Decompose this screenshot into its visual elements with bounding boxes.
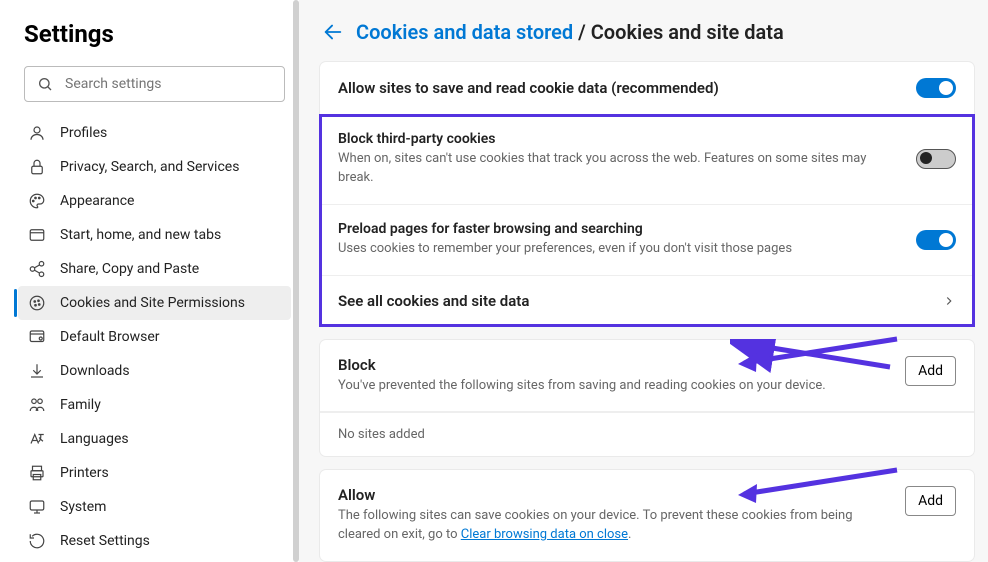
search-box[interactable] xyxy=(24,66,285,102)
sidebar-item-label: Appearance xyxy=(60,193,134,209)
lock-icon xyxy=(28,158,46,176)
main-content: Cookies and data stored / Cookies and si… xyxy=(300,0,988,562)
see-all-cookies-label: See all cookies and site data xyxy=(338,292,926,310)
printers-icon xyxy=(28,464,46,482)
allow-add-button[interactable]: Add xyxy=(905,486,956,516)
sidebar: Settings Profiles Privacy, Search, and Se… xyxy=(0,0,300,562)
block-third-party-title: Block third-party cookies xyxy=(338,131,900,147)
annotation-highlight-box: Block third-party cookies When on, sites… xyxy=(320,115,974,326)
nav-list: Profiles Privacy, Search, and Services App… xyxy=(24,116,285,562)
profiles-icon xyxy=(28,124,46,142)
sidebar-item-share[interactable]: Share, Copy and Paste xyxy=(18,252,291,286)
breadcrumb: Cookies and data stored / Cookies and si… xyxy=(356,20,784,44)
sidebar-item-reset[interactable]: Reset Settings xyxy=(18,524,291,558)
sidebar-item-label: Cookies and Site Permissions xyxy=(60,295,245,311)
block-empty-text: No sites added xyxy=(320,412,974,456)
allow-card: Allow The following sites can save cooki… xyxy=(320,470,974,561)
block-header-row: Block You've prevented the following sit… xyxy=(320,340,974,413)
sidebar-item-default[interactable]: Default Browser xyxy=(18,320,291,354)
sidebar-item-lock[interactable]: Privacy, Search, and Services xyxy=(18,150,291,184)
sidebar-item-label: System xyxy=(60,499,106,515)
clear-data-link[interactable]: Clear browsing data on close xyxy=(461,527,628,542)
sidebar-title: Settings xyxy=(24,20,285,48)
allow-title: Allow xyxy=(338,486,889,504)
allow-cookies-toggle[interactable] xyxy=(916,78,956,98)
block-title: Block xyxy=(338,356,889,374)
sidebar-item-label: Reset Settings xyxy=(60,533,150,549)
sidebar-item-family[interactable]: Family xyxy=(18,388,291,422)
preload-title: Preload pages for faster browsing and se… xyxy=(338,221,900,237)
preload-toggle[interactable] xyxy=(916,230,956,250)
languages-icon xyxy=(28,430,46,448)
cookie-icon xyxy=(28,294,46,312)
allow-desc: The following sites can save cookies on … xyxy=(338,507,889,545)
system-icon xyxy=(28,498,46,516)
sidebar-item-label: Default Browser xyxy=(60,329,160,345)
preload-row[interactable]: Preload pages for faster browsing and se… xyxy=(320,205,974,276)
sidebar-item-cookie[interactable]: Cookies and Site Permissions xyxy=(18,286,291,320)
appearance-icon xyxy=(28,192,46,210)
sidebar-item-label: Privacy, Search, and Services xyxy=(60,159,239,175)
breadcrumb-parent[interactable]: Cookies and data stored xyxy=(356,20,573,44)
sidebar-item-label: Profiles xyxy=(60,125,107,141)
breadcrumb-current: Cookies and site data xyxy=(591,20,784,44)
allow-cookies-title: Allow sites to save and read cookie data… xyxy=(338,79,900,97)
allow-header-row: Allow The following sites can save cooki… xyxy=(320,470,974,561)
downloads-icon xyxy=(28,362,46,380)
sidebar-item-downloads[interactable]: Downloads xyxy=(18,354,291,388)
search-input[interactable] xyxy=(65,76,272,92)
search-icon xyxy=(37,76,53,92)
chevron-right-icon xyxy=(942,294,956,308)
default-icon xyxy=(28,328,46,346)
sidebar-item-label: Downloads xyxy=(60,363,130,379)
block-third-party-desc: When on, sites can't use cookies that tr… xyxy=(338,150,900,188)
see-all-cookies-row[interactable]: See all cookies and site data xyxy=(320,276,974,326)
allow-cookies-row[interactable]: Allow sites to save and read cookie data… xyxy=(320,62,974,115)
tabs-icon xyxy=(28,226,46,244)
sidebar-item-label: Printers xyxy=(60,465,109,481)
sidebar-item-label: Start, home, and new tabs xyxy=(60,227,221,243)
sidebar-item-tabs[interactable]: Start, home, and new tabs xyxy=(18,218,291,252)
block-add-button[interactable]: Add xyxy=(905,356,956,386)
sidebar-item-system[interactable]: System xyxy=(18,490,291,524)
back-arrow-icon[interactable] xyxy=(322,21,344,43)
sidebar-item-profiles[interactable]: Profiles xyxy=(18,116,291,150)
share-icon xyxy=(28,260,46,278)
sidebar-item-label: Languages xyxy=(60,431,129,447)
block-third-party-toggle[interactable] xyxy=(916,149,956,169)
preload-desc: Uses cookies to remember your preference… xyxy=(338,240,900,259)
block-desc: You've prevented the following sites fro… xyxy=(338,377,889,396)
cookie-settings-card: Allow sites to save and read cookie data… xyxy=(320,62,974,326)
reset-icon xyxy=(28,532,46,550)
sidebar-item-label: Family xyxy=(60,397,101,413)
block-third-party-row[interactable]: Block third-party cookies When on, sites… xyxy=(320,115,974,205)
family-icon xyxy=(28,396,46,414)
sidebar-item-phone[interactable]: Phone and Other Devices xyxy=(18,558,291,562)
sidebar-item-label: Share, Copy and Paste xyxy=(60,261,199,277)
sidebar-item-appearance[interactable]: Appearance xyxy=(18,184,291,218)
block-card: Block You've prevented the following sit… xyxy=(320,340,974,457)
sidebar-item-printers[interactable]: Printers xyxy=(18,456,291,490)
sidebar-item-languages[interactable]: Languages xyxy=(18,422,291,456)
